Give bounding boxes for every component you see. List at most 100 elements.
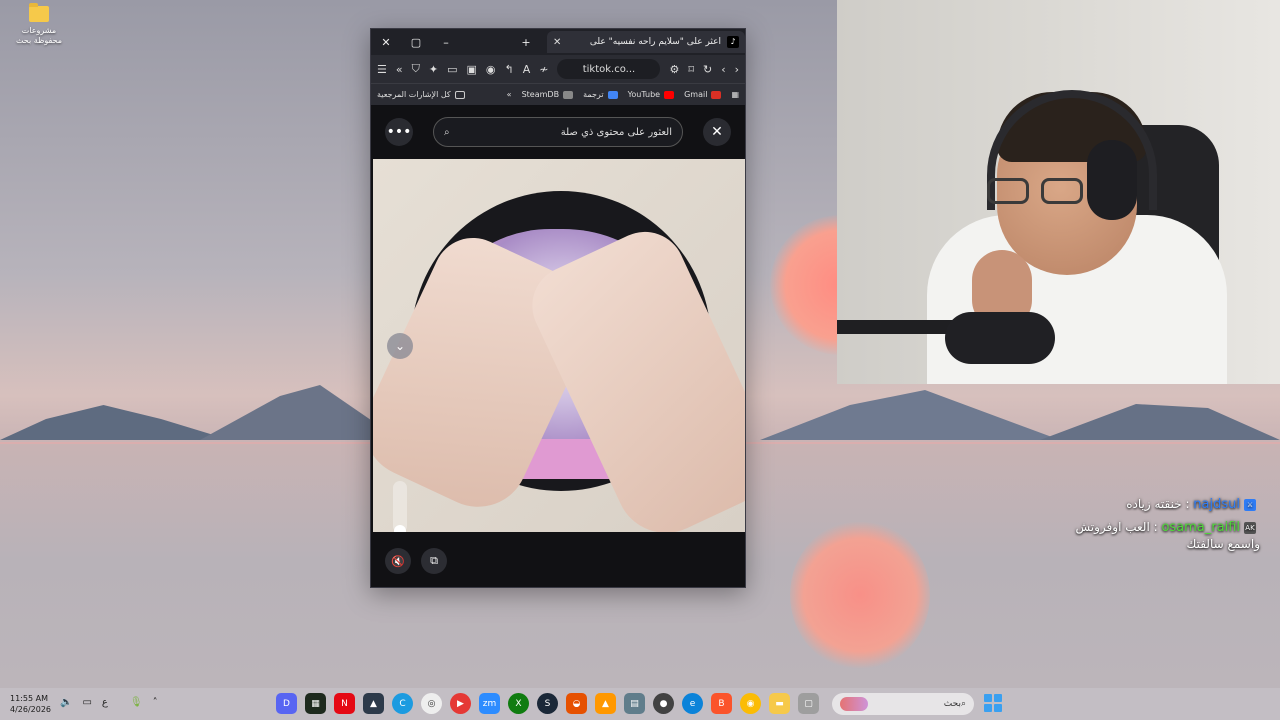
chat-message: AKosama_raifil : العب اوفروتش واسمع سالف… (960, 519, 1260, 553)
reload-icon[interactable]: ↻ (703, 63, 712, 76)
chevrons-icon[interactable]: « (396, 63, 403, 76)
share-icon[interactable]: ↰ (505, 63, 514, 76)
chevron-down-icon[interactable]: ⌄ (387, 333, 413, 359)
vlc-icon[interactable]: ▲ (595, 693, 616, 714)
netflix-icon[interactable]: N (334, 693, 355, 714)
chat-text: خنقته زياده (1126, 497, 1182, 511)
apps-grid-icon[interactable]: ▦ (731, 90, 739, 99)
search-input[interactable]: ⌕ العثور على محتوى ذي صلة (433, 117, 683, 147)
forward-icon[interactable]: ‹ (721, 63, 725, 76)
search-row: ••• ⌕ العثور على محتوى ذي صلة ✕ (371, 106, 745, 158)
game-app-icon[interactable]: ▲ (363, 693, 384, 714)
file-explorer-icon[interactable]: ▬ (769, 693, 790, 714)
clock-time: 11:55 AM (10, 694, 48, 703)
taskbar-apps: D ▦ N ▲ C ◎ ▶ zm X S ◒ ▲ ▤ ● e B ◉ ▬ ▢ (276, 693, 819, 714)
discord-icon[interactable]: D (276, 693, 297, 714)
chat-username: osama_raifil (1161, 520, 1240, 535)
site-settings-icon[interactable]: ⚙ (669, 63, 679, 76)
webcam-glasses (987, 178, 1107, 208)
taskbar: 11:55 AM 4/26/2026 🔈 ▭ ع 🎙 ˄ D ▦ N ▲ C ◎… (0, 688, 1280, 720)
shield-icon[interactable]: ⛉ (412, 62, 420, 76)
steam-icon[interactable]: S (537, 693, 558, 714)
chat-username: najdsul (1193, 497, 1240, 512)
steamdb-icon (563, 90, 574, 99)
taskbar-search[interactable]: ⌕ بحث (832, 693, 974, 715)
gmail-icon (711, 90, 722, 99)
tab-tiktok[interactable]: ♪ اعثر على "سلايم راحه نفسيه" على ✕ (547, 31, 745, 53)
brave-icon[interactable]: B (711, 693, 732, 714)
new-tab-icon[interactable]: + (511, 36, 541, 49)
minimize-window-icon[interactable]: – (431, 36, 461, 49)
language-indicator[interactable]: ع (102, 697, 108, 708)
bookmark-label: YouTube (627, 90, 661, 99)
bookmark-steamdb[interactable]: SteamDB (521, 90, 574, 99)
zoom-icon[interactable]: zm (479, 693, 500, 714)
translate-icon (607, 90, 618, 99)
desktop-folder[interactable]: مشروعات محفوظة بحث (14, 3, 64, 46)
more-bookmarks-icon[interactable]: » (507, 90, 512, 99)
xbox-icon[interactable]: X (508, 693, 529, 714)
mic-icon[interactable]: 🎙 (130, 697, 143, 708)
c-app-icon[interactable]: C (392, 693, 413, 714)
search-icon: ⌕ (960, 699, 966, 709)
recorder-icon[interactable]: ● (653, 693, 674, 714)
bookmark-label: SteamDB (521, 90, 560, 99)
maximize-window-icon[interactable]: ▢ (401, 36, 431, 49)
taskbar-search-placeholder: بحث (943, 699, 961, 709)
chevron-up-icon[interactable]: ˄ (153, 697, 158, 708)
wallet-icon[interactable]: ▭ (447, 63, 457, 76)
volume-icon[interactable]: 🔈 (60, 697, 72, 708)
store-icon[interactable]: ▤ (624, 693, 645, 714)
bookmark-gmail[interactable]: Gmail (684, 90, 722, 99)
translate-icon[interactable]: A (523, 63, 531, 76)
folder-icon (454, 90, 465, 99)
bookmarks-bar: ▦ Gmail YouTube ترجمة SteamDB » كل الإشا… (371, 83, 745, 105)
chrome-icon[interactable]: ◉ (740, 693, 761, 714)
task-view-icon[interactable]: ▢ (798, 693, 819, 714)
more-options-button[interactable]: ••• (385, 118, 413, 146)
desktop-folder-label: مشروعات محفوظة بحث (15, 26, 63, 45)
clock-date: 4/26/2026 (10, 705, 52, 714)
obs-icon[interactable]: ◎ (421, 693, 442, 714)
reader-icon[interactable]: ≁ (539, 63, 548, 76)
edge-icon[interactable]: e (682, 693, 703, 714)
close-window-icon[interactable]: ✕ (371, 36, 401, 49)
url-text: tiktok.co... (582, 63, 636, 75)
microphone-icon (945, 312, 1055, 364)
menu-icon[interactable]: ☰ (377, 63, 387, 76)
mute-icon[interactable]: 🔇 (385, 548, 411, 574)
extensions-icon[interactable]: ✦ (429, 63, 438, 76)
terminal-icon[interactable]: ▦ (305, 693, 326, 714)
close-tab-icon[interactable]: ✕ (553, 37, 561, 48)
youtube-icon (664, 90, 675, 99)
tab-bar: ✕ ▢ – + ♪ اعثر على "سلايم راحه نفسيه" عل… (371, 29, 745, 55)
bookmark-translate[interactable]: ترجمة (583, 90, 618, 99)
back-icon[interactable]: › (735, 63, 739, 76)
image-icon[interactable]: ▣ (466, 63, 476, 76)
tiktok-icon: ♪ (727, 36, 739, 48)
pip-icon[interactable]: ⧉ (421, 548, 447, 574)
media-player-icon[interactable]: ▶ (450, 693, 471, 714)
volume-knob[interactable] (394, 525, 406, 532)
network-icon[interactable]: ▭ (82, 697, 91, 708)
brave-rewards-icon[interactable]: ◉ (486, 63, 496, 76)
all-bookmarks-label: كل الإشارات المرجعية (377, 90, 451, 99)
video-controls: 🔇 ⧉ (371, 536, 745, 586)
taskbar-clock[interactable]: 11:55 AM 4/26/2026 (10, 693, 51, 715)
address-bar[interactable]: tiktok.co... (557, 59, 661, 79)
close-button[interactable]: ✕ (703, 118, 731, 146)
chat-text-continuation: واسمع سالفتك (1186, 537, 1261, 551)
all-bookmarks[interactable]: كل الإشارات المرجعية (377, 90, 465, 99)
bookmark-icon[interactable]: ⌑ (688, 63, 694, 76)
browser-toolbar: ☰ « ⛉ ✦ ▭ ▣ ◉ ↰ A ≁ tiktok.co... ⚙ ⌑ ↻ ‹… (371, 55, 745, 83)
vpn-icon[interactable]: ◒ (566, 693, 587, 714)
video-player[interactable]: ⌄ (373, 159, 745, 532)
bookmark-youtube[interactable]: YouTube (628, 90, 675, 99)
system-tray: 🔈 ▭ ع 🎙 ˄ (60, 697, 158, 708)
webcam-overlay (837, 0, 1280, 384)
ak-badge-icon: AK (1244, 521, 1256, 534)
start-icon[interactable] (984, 694, 1002, 712)
search-icon: ⌕ (444, 126, 450, 138)
tab-title: اعثر على "سلايم راحه نفسيه" على (589, 37, 721, 47)
webcam-mic-arm (837, 320, 957, 334)
